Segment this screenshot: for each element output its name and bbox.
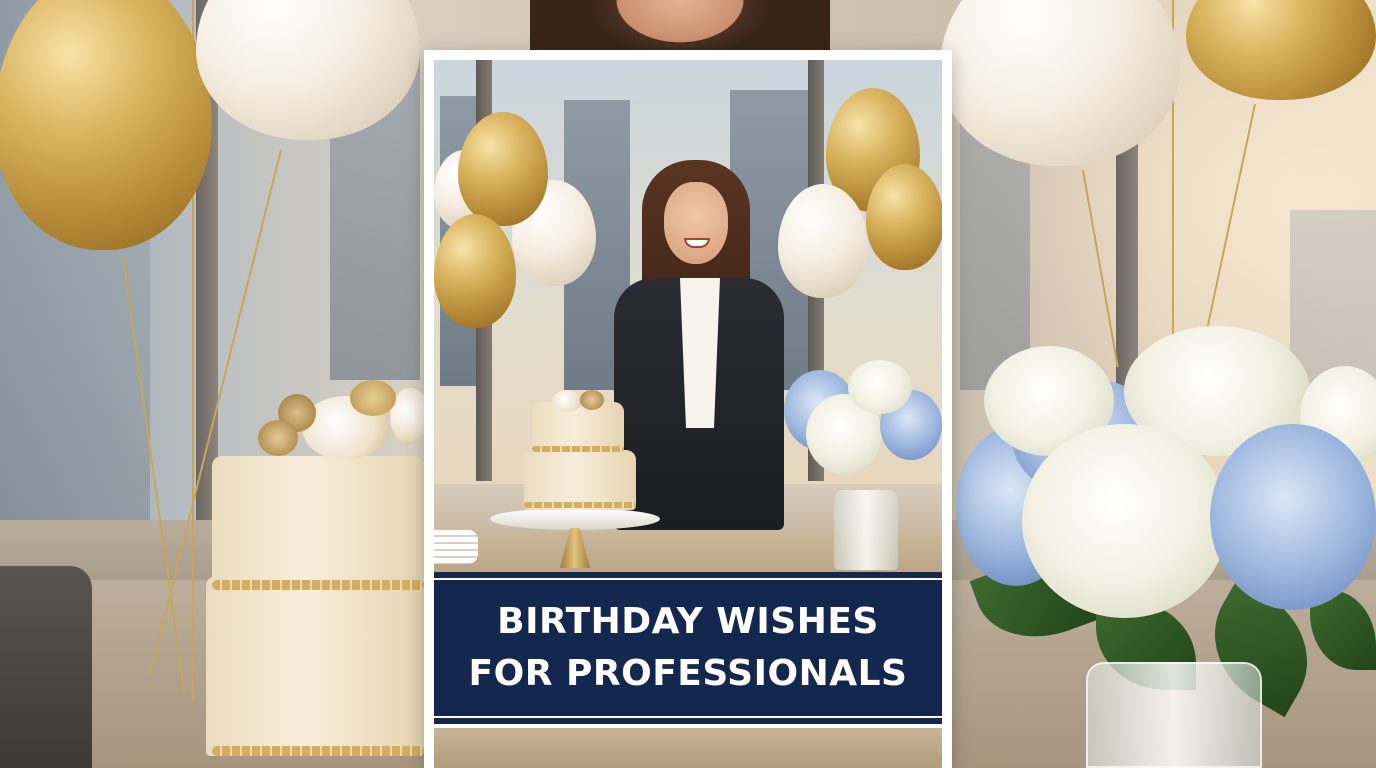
blue-hydrangea (1210, 424, 1376, 610)
celebration-photo (434, 60, 942, 576)
tiered-cake (206, 380, 430, 768)
gold-balloon (458, 112, 548, 226)
title-card: BIRTHDAY WISHES FOR PROFESSIONALS (424, 50, 952, 768)
title-banner: BIRTHDAY WISHES FOR PROFESSIONALS (434, 572, 942, 724)
glass-vase (834, 490, 898, 570)
headline-line-2: FOR PROFESSIONALS (468, 653, 908, 694)
plate-stack (434, 530, 478, 564)
tiered-cake (524, 390, 646, 560)
headline: BIRTHDAY WISHES FOR PROFESSIONALS (434, 596, 942, 700)
gold-balloon (0, 0, 212, 250)
headline-line-1: BIRTHDAY WISHES (497, 601, 879, 642)
gold-balloon (866, 164, 942, 270)
office-chair (0, 566, 92, 768)
glass-vase (1086, 662, 1262, 768)
white-balloon (778, 184, 868, 298)
gold-balloon (434, 214, 516, 328)
desk-surface (434, 728, 942, 768)
white-hydrangea (1022, 424, 1228, 618)
white-hydrangea (848, 360, 912, 414)
woman-face-cropped (530, 0, 830, 52)
